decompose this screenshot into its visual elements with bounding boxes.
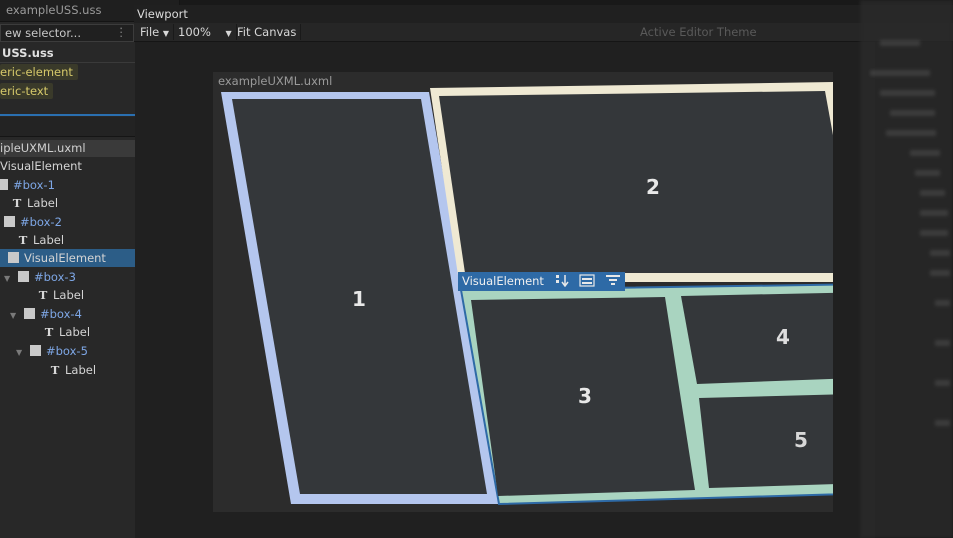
align-items-icon[interactable]	[579, 274, 595, 287]
selector-placeholder: ew selector...	[5, 26, 81, 40]
theme-dropdown[interactable]: Active Editor Theme	[640, 24, 757, 40]
visual-element-icon	[0, 179, 8, 190]
visual-element-icon	[18, 271, 29, 282]
file-menu-button[interactable]: File ▼	[136, 24, 175, 40]
uxml-document-canvas[interactable]: exampleUXML.uxml 1 2 3 4 5	[213, 72, 833, 512]
tree-item-box-3[interactable]: ▼ #box-3	[4, 268, 76, 286]
box-1-label: 1	[352, 287, 366, 311]
label-text-icon: T	[18, 233, 28, 247]
box-2-label: 2	[646, 175, 660, 199]
tree-item-box-1[interactable]: #box-1	[0, 176, 55, 194]
tree-item-label[interactable]: T Label	[16, 231, 64, 249]
viewport-toolbar: File ▼ 100% ▼ Fit Canvas Active Editor T…	[134, 23, 953, 42]
dropdown-arrow-icon: ▼	[162, 29, 170, 38]
box-4-label: 4	[776, 325, 790, 349]
label-text-icon: T	[12, 196, 22, 210]
tree-item-label[interactable]: T Label	[36, 286, 84, 304]
tree-item-box-2[interactable]: #box-2	[4, 213, 62, 231]
hierarchy-header: ⋮	[0, 117, 150, 137]
tree-item-box-4[interactable]: ▼ #box-4	[10, 305, 82, 323]
fit-canvas-button[interactable]: Fit Canvas	[233, 24, 302, 40]
visual-element-icon	[24, 308, 35, 319]
selector-generic-text[interactable]: eric-text	[0, 83, 54, 99]
tree-item-label[interactable]: T Label	[10, 194, 58, 212]
label-text-icon: T	[38, 288, 48, 302]
selector-generic-element[interactable]: eric-element	[0, 64, 78, 80]
box-5[interactable]	[699, 393, 833, 488]
dropdown-arrow-icon: ▼	[225, 29, 232, 38]
label-text-icon: T	[44, 325, 54, 339]
inspector-panel	[860, 0, 953, 538]
box-5-label: 5	[794, 428, 808, 452]
visual-element-icon	[4, 216, 15, 227]
zoom-dropdown[interactable]: 100% ▼	[174, 24, 237, 40]
tree-item-box-5[interactable]: ▼ #box-5	[16, 342, 88, 360]
tree-item-label[interactable]: T Label	[48, 361, 96, 379]
tree-item-label[interactable]: T Label	[42, 323, 90, 341]
justify-content-icon[interactable]	[605, 274, 621, 287]
viewport-title: Viewport	[137, 7, 188, 21]
label-text-icon: T	[50, 363, 60, 377]
expand-arrow-icon[interactable]: ▼	[4, 270, 14, 288]
expand-arrow-icon[interactable]: ▼	[16, 344, 26, 362]
tree-item-root[interactable]: VisualElement	[0, 157, 82, 175]
selector-options-icon[interactable]: ⋮	[116, 25, 128, 39]
expand-arrow-icon[interactable]: ▼	[10, 307, 20, 325]
selected-element-badge: VisualElement	[458, 272, 625, 291]
viewport-header: Viewport	[134, 5, 953, 23]
stylesheet-divider	[0, 62, 140, 63]
document-layout: 1 2 3 4 5	[221, 82, 833, 506]
stylesheet-title[interactable]: USS.uss	[0, 46, 140, 62]
flex-direction-icon[interactable]	[554, 274, 570, 287]
new-selector-input[interactable]: ew selector... ⋮	[0, 24, 134, 42]
box-4[interactable]	[681, 292, 833, 384]
visual-element-icon	[30, 345, 41, 356]
hierarchy-document-row[interactable]: ipleUXML.uxml	[0, 140, 156, 157]
selected-element-name: VisualElement	[462, 274, 544, 288]
box-3-label: 3	[578, 384, 592, 408]
panel-splitter[interactable]	[0, 114, 144, 116]
stylesheet-tab-label: exampleUSS.uss	[6, 3, 102, 17]
visual-element-icon	[8, 252, 19, 263]
